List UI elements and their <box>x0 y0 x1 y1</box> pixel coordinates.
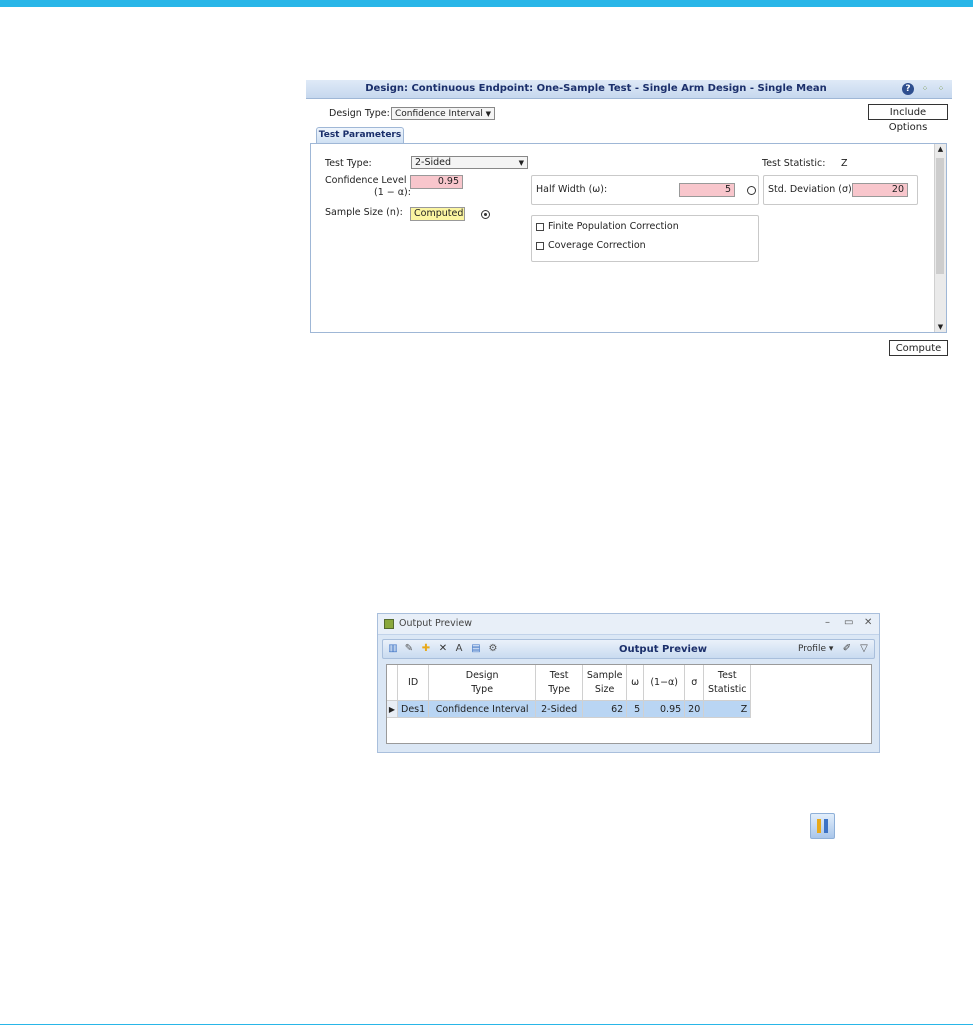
filter-icon[interactable]: ▽ <box>858 643 870 655</box>
column-header-id[interactable]: ID <box>397 665 430 701</box>
half-width-group: Half Width (ω): 5 <box>531 175 759 205</box>
column-header-test-statistic[interactable]: Test Statistic <box>703 665 752 701</box>
table-header-row: ID Design Type Test Type Sample Size ω (1−α… <box>387 665 752 701</box>
finite-population-checkbox[interactable] <box>536 223 544 231</box>
scrollbar-thumb[interactable] <box>936 158 944 274</box>
compute-button[interactable]: Compute <box>889 340 948 356</box>
output-preview-title-bar: Output Preview – ▭ ✕ <box>378 614 879 635</box>
expand-icon[interactable]: ⁘ <box>919 83 931 95</box>
test-type-value: 2-Sided <box>415 157 452 168</box>
cell-test-statistic[interactable]: Z <box>703 700 752 718</box>
table-row[interactable]: ▶ Des1 Confidence Interval 2-Sided 62 5 … <box>387 700 752 718</box>
minimize-icon[interactable]: – <box>825 617 830 628</box>
bar-chart-icon-bar-2 <box>824 819 828 833</box>
tools-icon[interactable]: ✎ <box>403 643 415 655</box>
column-header-one-minus-alpha[interactable]: (1−α) <box>643 665 686 701</box>
print-icon[interactable]: ▤ <box>470 643 482 655</box>
half-width-radio[interactable] <box>747 186 756 195</box>
design-title-bar: Design: Continuous Endpoint: One-Sample … <box>306 80 952 99</box>
confidence-level-label: Confidence Level <box>325 175 407 186</box>
cell-omega[interactable]: 5 <box>626 700 645 718</box>
bar-chart-icon <box>810 813 835 839</box>
corrections-group: Finite Population Correction Coverage Co… <box>531 215 759 262</box>
collapse-icon[interactable]: ⁘ <box>935 83 947 95</box>
column-header-omega[interactable]: ω <box>626 665 645 701</box>
cell-id[interactable]: Des1 <box>397 700 430 718</box>
half-width-label: Half Width (ω): <box>536 184 608 195</box>
bar-chart-icon[interactable]: ▥ <box>387 643 399 655</box>
maximize-icon[interactable]: ▭ <box>844 617 853 628</box>
test-statistic-value: Z <box>841 158 848 169</box>
help-icon[interactable]: ? <box>902 83 914 95</box>
include-options-button[interactable]: Include Options <box>868 104 948 133</box>
sample-size-radio[interactable] <box>481 210 490 219</box>
vertical-scrollbar[interactable]: ▲ ▼ <box>934 144 946 332</box>
test-type-label: Test Type: <box>325 158 372 169</box>
design-window: Design: Continuous Endpoint: One-Sample … <box>306 80 952 358</box>
chevron-down-icon: ▼ <box>485 110 491 118</box>
design-window-title: Design: Continuous Endpoint: One-Sample … <box>365 83 827 94</box>
output-preview-window: Output Preview – ▭ ✕ ▥ ✎ ✚ ✕ A ▤ ⚙ Outpu… <box>377 613 880 753</box>
row-selector-icon[interactable]: ▶ <box>387 700 398 718</box>
finite-population-label: Finite Population Correction <box>548 221 679 232</box>
output-preview-window-title: Output Preview <box>399 618 472 629</box>
std-deviation-input[interactable]: 20 <box>852 183 908 197</box>
design-type-value: Confidence Interval <box>395 109 483 119</box>
confidence-level-input[interactable]: 0.95 <box>410 175 463 189</box>
coverage-correction-label: Coverage Correction <box>548 240 646 251</box>
rename-icon[interactable]: A <box>453 643 465 655</box>
top-accent-bar <box>0 0 973 7</box>
chevron-down-icon: ▼ <box>518 159 524 167</box>
delete-icon[interactable]: ✕ <box>437 643 449 655</box>
cell-sample-size[interactable]: 62 <box>582 700 628 718</box>
close-icon[interactable]: ✕ <box>864 617 872 628</box>
scroll-down-icon[interactable]: ▼ <box>935 323 946 331</box>
cell-one-minus-alpha[interactable]: 0.95 <box>643 700 686 718</box>
coverage-correction-checkbox[interactable] <box>536 242 544 250</box>
column-header-test-type[interactable]: Test Type <box>535 665 584 701</box>
std-deviation-group: Std. Deviation (σ): 20 <box>763 175 918 205</box>
row-header-corner <box>387 665 398 701</box>
sample-size-label: Sample Size (n): <box>325 207 403 218</box>
profile-label: Profile <box>798 644 826 654</box>
confidence-level-sublabel: (1 − α): <box>374 187 411 198</box>
design-type-label: Design Type: <box>329 108 390 119</box>
sample-size-input[interactable]: Computed <box>410 207 465 221</box>
cell-test-type[interactable]: 2-Sided <box>535 700 584 718</box>
cell-design-type[interactable]: Confidence Interval <box>428 700 537 718</box>
column-header-sample-size[interactable]: Sample Size <box>582 665 628 701</box>
output-table: ID Design Type Test Type Sample Size ω (1−α… <box>387 665 752 718</box>
scroll-up-icon[interactable]: ▲ <box>935 145 946 153</box>
half-width-input[interactable]: 5 <box>679 183 735 197</box>
column-header-design-type[interactable]: Design Type <box>428 665 537 701</box>
output-preview-toolbar: ▥ ✎ ✚ ✕ A ▤ ⚙ Output Preview Profile ▾ ✐… <box>382 639 875 659</box>
profile-dropdown[interactable]: Profile ▾ <box>798 644 833 654</box>
test-parameters-panel: Test Type: 2-Sided ▼ Confidence Level (1… <box>310 143 947 333</box>
column-header-sigma[interactable]: σ <box>684 665 705 701</box>
design-type-select[interactable]: Confidence Interval ▼ <box>391 107 495 120</box>
edit-icon[interactable]: ✐ <box>841 643 853 655</box>
output-preview-toolbar-title: Output Preview <box>619 644 707 655</box>
cell-sigma[interactable]: 20 <box>684 700 705 718</box>
std-deviation-label: Std. Deviation (σ): <box>768 184 855 195</box>
bar-chart-icon-bar-1 <box>817 819 821 833</box>
bottom-accent-line <box>0 1024 973 1025</box>
test-type-select[interactable]: 2-Sided ▼ <box>411 156 528 169</box>
output-preview-grid: ID Design Type Test Type Sample Size ω (1−α… <box>386 664 872 744</box>
test-statistic-label: Test Statistic: <box>762 158 826 169</box>
tab-test-parameters[interactable]: Test Parameters <box>316 127 404 143</box>
settings-icon[interactable]: ⚙ <box>487 643 499 655</box>
save-to-library-icon[interactable]: ✚ <box>420 643 432 655</box>
app-icon <box>384 619 394 629</box>
